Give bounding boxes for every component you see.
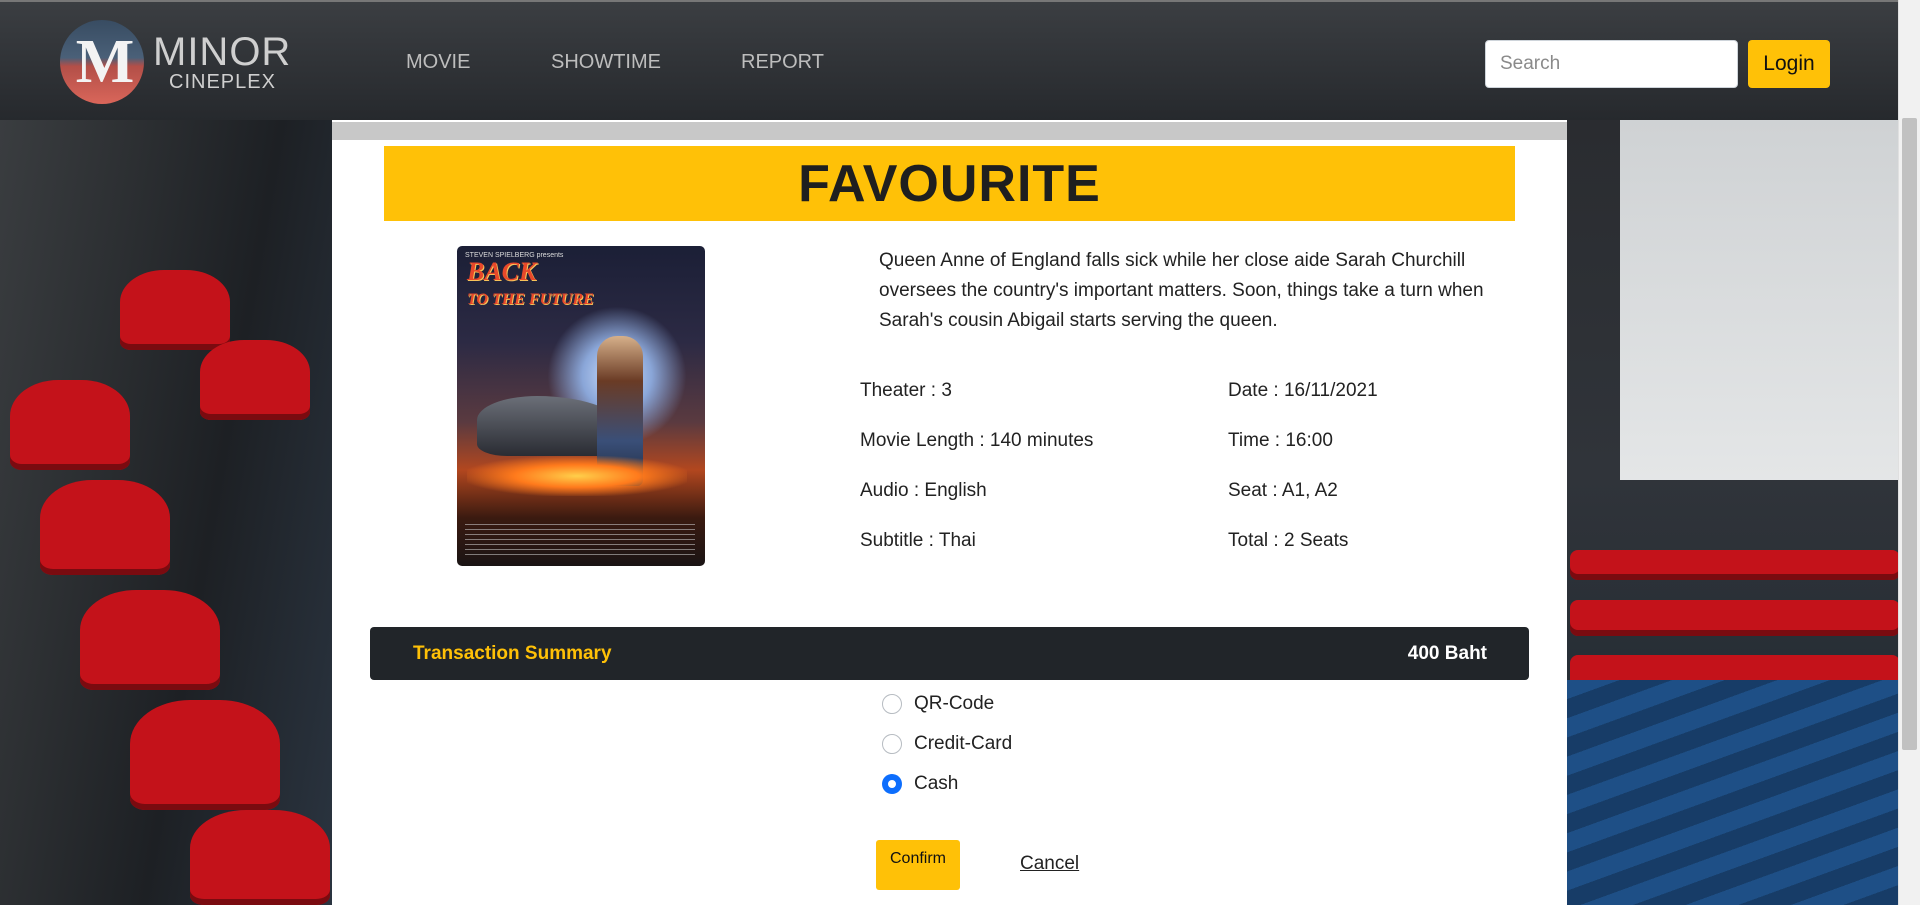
background-seat-row xyxy=(1570,550,1898,580)
cash-label[interactable]: Cash xyxy=(914,773,958,795)
nav-link-movie[interactable]: MOVIE xyxy=(406,51,470,74)
login-button[interactable]: Login xyxy=(1748,40,1830,88)
logo-glyph: M xyxy=(75,28,134,96)
minor-cineplex-logo-icon[interactable]: M xyxy=(60,20,144,104)
card-top-bar xyxy=(332,122,1567,140)
total-info: Total : 2 Seats xyxy=(1228,530,1349,551)
time-info: Time : 16:00 xyxy=(1228,430,1333,451)
brand-minor-text: MINOR xyxy=(153,30,292,74)
cash-radio[interactable] xyxy=(882,774,902,794)
poster-title-text: BACK TO THE FUTURE xyxy=(467,257,594,312)
background-seat-row xyxy=(1570,600,1898,636)
payment-option-cash[interactable]: Cash xyxy=(882,769,958,799)
payment-option-qr-code[interactable]: QR-Code xyxy=(882,689,994,719)
transaction-summary-label: Transaction Summary xyxy=(413,643,612,664)
brand-name[interactable]: MINOR CINEPLEX xyxy=(153,32,291,92)
nav-link-report[interactable]: REPORT xyxy=(741,51,824,74)
poster-fire xyxy=(467,456,687,496)
poster-title-line1: BACK xyxy=(467,257,537,286)
background-cinema-screen xyxy=(1620,120,1898,480)
nav-link-showtime[interactable]: SHOWTIME xyxy=(551,51,661,74)
poster-credits xyxy=(465,524,695,558)
background-seat xyxy=(10,380,130,470)
date-info: Date : 16/11/2021 xyxy=(1228,380,1378,401)
theater-info: Theater : 3 xyxy=(860,380,952,401)
background-seat xyxy=(190,810,330,905)
movie-poster-image: STEVEN SPIELBERG presents BACK TO THE FU… xyxy=(457,246,705,566)
payment-option-credit-card[interactable]: Credit-Card xyxy=(882,729,1012,759)
credit-card-label[interactable]: Credit-Card xyxy=(914,733,1012,755)
background-stairs xyxy=(1567,680,1898,905)
page-title: FAVOURITE xyxy=(798,154,1101,213)
poster-title-line2: TO THE FUTURE xyxy=(467,291,594,308)
background-seat xyxy=(120,270,230,350)
credit-card-radio[interactable] xyxy=(882,734,902,754)
brand-cineplex-text: CINEPLEX xyxy=(169,71,276,93)
scrollbar-thumb[interactable] xyxy=(1902,118,1917,750)
transaction-summary-bar: Transaction Summary 400 Baht xyxy=(370,627,1529,680)
audio-info: Audio : English xyxy=(860,480,987,501)
movie-description: Queen Anne of England falls sick while h… xyxy=(879,250,1484,331)
background-seat xyxy=(200,340,310,420)
navbar: M MINOR CINEPLEX MOVIE SHOWTIME REPORT L… xyxy=(0,0,1920,120)
seat-info: Seat : A1, A2 xyxy=(1228,480,1338,501)
qr-code-label[interactable]: QR-Code xyxy=(914,693,994,715)
background-seat xyxy=(130,700,280,810)
title-banner: FAVOURITE xyxy=(384,146,1515,221)
movie-length-info: Movie Length : 140 minutes xyxy=(860,430,1094,451)
page-scrollbar[interactable] xyxy=(1898,0,1920,905)
transaction-amount: 400 Baht xyxy=(1407,643,1487,664)
search-input[interactable] xyxy=(1485,40,1738,88)
subtitle-info: Subtitle : Thai xyxy=(860,530,976,551)
confirm-button[interactable]: Confirm xyxy=(876,840,960,890)
background-seat xyxy=(40,480,170,575)
qr-code-radio[interactable] xyxy=(882,694,902,714)
background-seat xyxy=(80,590,220,690)
favourite-card: FAVOURITE STEVEN SPIELBERG presents BACK… xyxy=(332,120,1567,905)
cancel-link[interactable]: Cancel xyxy=(1020,853,1079,875)
